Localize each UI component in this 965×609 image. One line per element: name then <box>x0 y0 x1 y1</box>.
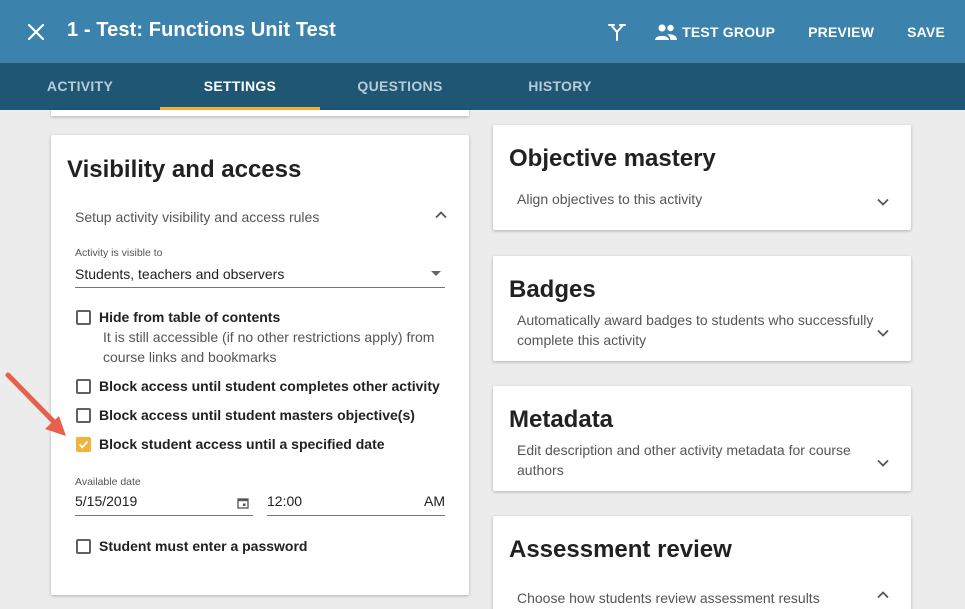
test-group-label: TEST GROUP <box>682 23 776 40</box>
assessment-review-description: Choose how students review assessment re… <box>517 590 820 606</box>
annotation-arrow-icon <box>5 372 66 436</box>
close-icon[interactable] <box>24 20 48 44</box>
password-label: Student must enter a password <box>99 538 308 554</box>
chevron-up-icon[interactable] <box>875 587 891 603</box>
badges-card[interactable]: Badges Automatically award badges to stu… <box>493 256 911 361</box>
visibility-access-card: Visibility and access Setup activity vis… <box>51 135 469 595</box>
visible-to-label: Activity is visible to <box>75 247 163 259</box>
visible-to-value: Students, teachers and observers <box>75 266 285 282</box>
badges-description: Automatically award badges to students w… <box>517 312 874 348</box>
time-value: 12:00 <box>267 493 303 509</box>
assessment-review-card[interactable]: Assessment review Choose how students re… <box>493 516 911 609</box>
objective-mastery-description: Align objectives to this activity <box>517 191 703 207</box>
top-app-bar: 1 - Test: Functions Unit Test TEST GROUP… <box>0 0 965 63</box>
time-input[interactable]: 12:00 AM <box>267 488 445 516</box>
chevron-up-icon[interactable] <box>433 207 449 223</box>
hide-toc-checkbox[interactable] <box>76 310 91 325</box>
test-group-button[interactable]: TEST GROUP <box>654 23 775 41</box>
chevron-down-icon[interactable] <box>875 455 891 471</box>
chevron-down-icon[interactable] <box>875 325 891 341</box>
badges-title: Badges <box>509 276 596 303</box>
block-objectives-checkbox[interactable] <box>76 408 91 423</box>
assessment-review-title: Assessment review <box>509 536 732 563</box>
chevron-down-icon[interactable] <box>875 194 891 210</box>
available-date-label: Available date <box>75 476 141 488</box>
metadata-card[interactable]: Metadata Edit description and other acti… <box>493 386 911 491</box>
block-other-activity-checkbox[interactable] <box>76 379 91 394</box>
ampm-value: AM <box>424 493 445 509</box>
objective-mastery-card[interactable]: Objective mastery Align objectives to th… <box>493 125 911 230</box>
page-title: 1 - Test: Functions Unit Test <box>67 19 336 41</box>
metadata-description: Edit description and other activity meta… <box>517 442 851 478</box>
visibility-description: Setup activity visibility and access rul… <box>75 209 320 225</box>
calendar-icon[interactable] <box>237 497 249 509</box>
tab-activity[interactable]: ACTIVITY <box>0 63 160 110</box>
metadata-title: Metadata <box>509 406 614 433</box>
tab-history[interactable]: HISTORY <box>480 63 640 110</box>
block-other-activity-label: Block access until student completes oth… <box>99 378 440 394</box>
group-icon <box>655 23 678 40</box>
branch-icon[interactable] <box>604 19 630 45</box>
date-input[interactable]: 5/15/2019 <box>75 488 253 516</box>
visible-to-select[interactable]: Students, teachers and observers <box>75 260 445 288</box>
objective-mastery-title: Objective mastery <box>509 145 716 172</box>
preview-button[interactable]: PREVIEW <box>808 24 874 40</box>
hide-toc-label: Hide from table of contents <box>99 309 281 325</box>
card-above-edge <box>51 110 469 116</box>
save-button[interactable]: SAVE <box>907 24 945 40</box>
checkmark-icon <box>78 440 89 449</box>
tab-settings[interactable]: SETTINGS <box>160 63 320 110</box>
block-date-label: Block student access until a specified d… <box>99 436 385 452</box>
header-actions: TEST GROUP PREVIEW SAVE <box>604 0 965 63</box>
tab-questions[interactable]: QUESTIONS <box>320 63 480 110</box>
dropdown-arrow-icon <box>431 271 441 276</box>
date-value: 5/15/2019 <box>75 493 138 509</box>
password-checkbox[interactable] <box>76 539 91 554</box>
tab-bar: ACTIVITY SETTINGS QUESTIONS HISTORY <box>0 63 965 110</box>
block-date-checkbox[interactable] <box>76 437 91 452</box>
hide-toc-help: It is still accessible (if no other rest… <box>103 329 435 365</box>
visibility-title: Visibility and access <box>67 156 302 183</box>
block-objectives-label: Block access until student masters objec… <box>99 407 415 423</box>
